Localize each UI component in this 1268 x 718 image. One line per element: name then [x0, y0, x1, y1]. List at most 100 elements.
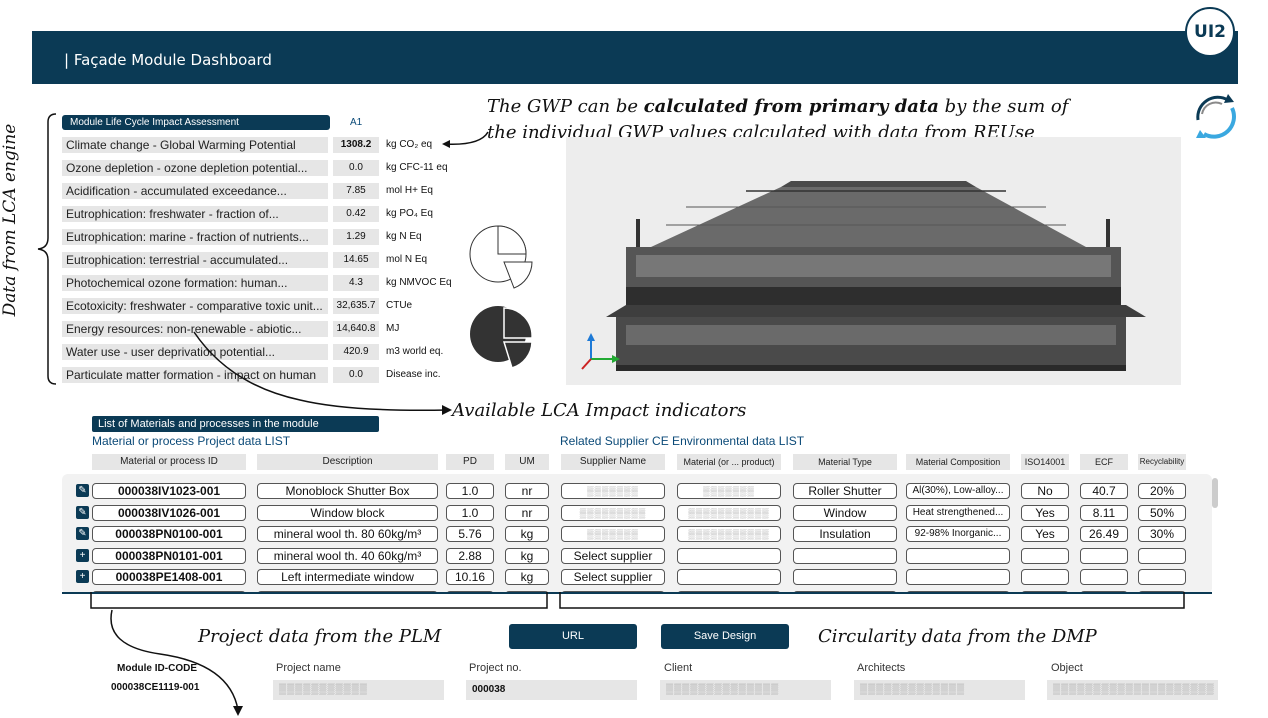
- edit-icon[interactable]: ✎: [76, 527, 89, 540]
- cell-product[interactable]: ▒▒▒▒▒▒▒: [677, 483, 781, 499]
- object-field[interactable]: ▒▒▒▒▒▒▒▒▒▒▒▒▒▒▒▒▒▒▒▒: [1047, 680, 1218, 700]
- edit-icon[interactable]: ✎: [76, 505, 89, 519]
- cell-desc[interactable]: Left intermediate window: [257, 569, 438, 585]
- cell-product[interactable]: [677, 547, 781, 564]
- column-header[interactable]: ECF: [1080, 454, 1128, 470]
- lca-indicator-value: 32,635.7: [333, 298, 379, 314]
- cell-id[interactable]: 000038PN0101-001: [92, 547, 246, 564]
- cell-pd[interactable]: 5.76: [446, 526, 494, 542]
- cell-id[interactable]: 000038PN0100-001: [92, 526, 246, 542]
- cell-product[interactable]: ▒▒▒▒▒▒▒▒▒▒▒: [677, 504, 781, 521]
- cell-pd[interactable]: 10.16: [446, 569, 494, 585]
- cell-type[interactable]: [793, 569, 897, 585]
- cell-um[interactable]: kg: [505, 547, 549, 564]
- cell-ecf[interactable]: 26.49: [1080, 526, 1128, 542]
- column-header[interactable]: Material Composition: [906, 454, 1010, 470]
- column-header[interactable]: Recyclability: [1138, 454, 1186, 470]
- project-name-field[interactable]: ▒▒▒▒▒▒▒▒▒▒▒: [273, 680, 444, 700]
- cell-desc[interactable]: mineral wool th. 80 60kg/m³: [257, 526, 438, 542]
- table-row[interactable]: ✎ 000038PN0100-001 mineral wool th. 80 60k…: [62, 525, 1212, 543]
- cell-id[interactable]: 000038IV1026-001: [92, 504, 246, 521]
- cell-iso[interactable]: No: [1021, 483, 1069, 499]
- cell-product[interactable]: ▒▒▒▒▒▒▒▒▒▒▒: [677, 526, 781, 542]
- cell-ecf[interactable]: 8.11: [1080, 504, 1128, 521]
- cell-type[interactable]: Insulation: [793, 526, 897, 542]
- cell-um[interactable]: kg: [505, 569, 549, 585]
- cell-supplier[interactable]: Select supplier: [561, 547, 665, 564]
- cell-supplier[interactable]: ▒▒▒▒▒▒▒▒▒: [561, 504, 665, 521]
- column-header[interactable]: Supplier Name: [561, 454, 665, 470]
- table-row[interactable]: +000038PN0101-001 mineral wool th. 40 60k…: [62, 547, 1212, 565]
- client-label: Client: [664, 662, 693, 674]
- gwp-arrow: [442, 131, 489, 148]
- lca-indicator-unit: kg PO₄ Eq: [386, 208, 433, 219]
- edit-icon[interactable]: ✎: [76, 484, 89, 497]
- cell-ecf[interactable]: [1080, 547, 1128, 564]
- cell-iso[interactable]: Yes: [1021, 504, 1069, 521]
- cell-desc[interactable]: Window block: [257, 504, 438, 521]
- table-scrollbar[interactable]: [1212, 478, 1218, 508]
- cell-um[interactable]: nr: [505, 504, 549, 521]
- cell-um[interactable]: nr: [505, 483, 549, 499]
- pie-chart-outline: [469, 225, 533, 289]
- cell-supplier[interactable]: ▒▒▒▒▒▒▒: [561, 483, 665, 499]
- url-button[interactable]: URL: [509, 624, 637, 649]
- ui-badge: UI2: [1185, 7, 1235, 57]
- 3d-model-viewer[interactable]: [566, 137, 1181, 385]
- lca-indicator-label: Acidification - accumulated exceedance..…: [62, 183, 328, 199]
- cell-pd[interactable]: 2.88: [446, 547, 494, 564]
- cell-rec[interactable]: 30%: [1138, 526, 1186, 542]
- cell-comp[interactable]: [906, 547, 1010, 564]
- table-row[interactable]: ✎ 000038IV1026-001 Window block 1.0 nr ▒▒▒▒▒▒…: [62, 504, 1212, 522]
- column-header[interactable]: Description: [257, 454, 438, 470]
- add-icon[interactable]: +: [76, 570, 89, 583]
- column-header[interactable]: PD: [446, 454, 494, 470]
- cell-ecf[interactable]: [1080, 569, 1128, 585]
- column-header[interactable]: Material Type: [793, 454, 897, 470]
- cell-pd[interactable]: 1.0: [446, 483, 494, 499]
- plm-annotation: Project data from the PLM: [198, 626, 442, 647]
- add-icon[interactable]: +: [76, 548, 89, 562]
- lca-indicator-label: Ozone depletion - ozone depletion potent…: [62, 160, 328, 176]
- lca-header: Module Life Cycle Impact Assessment: [62, 115, 330, 130]
- cell-comp[interactable]: [906, 569, 1010, 585]
- cell-type[interactable]: Roller Shutter: [793, 483, 897, 499]
- cell-rec[interactable]: 20%: [1138, 483, 1186, 499]
- gwp-text-a: The GWP can be: [487, 96, 644, 117]
- cell-desc[interactable]: mineral wool th. 40 60kg/m³: [257, 547, 438, 564]
- table-row[interactable]: ✎ 000038IV1023-001 Monoblock Shutter Box 1.…: [62, 482, 1212, 500]
- cell-type[interactable]: Window: [793, 504, 897, 521]
- cell-ecf[interactable]: 40.7: [1080, 483, 1128, 499]
- cell-id[interactable]: 000038PE1408-001: [92, 569, 246, 585]
- cell-comp[interactable]: Heat strengthened...: [906, 504, 1010, 521]
- column-header[interactable]: Material (or ... product): [677, 454, 781, 470]
- column-header[interactable]: ISO14001: [1021, 454, 1069, 470]
- recycle-logo-icon: [1196, 94, 1236, 139]
- cell-supplier[interactable]: Select supplier: [561, 569, 665, 585]
- cell-rec[interactable]: [1138, 547, 1186, 564]
- architects-field[interactable]: ▒▒▒▒▒▒▒▒▒▒▒▒▒: [854, 680, 1025, 700]
- cell-type[interactable]: [793, 547, 897, 564]
- facade-module-render: [581, 181, 1146, 371]
- save-design-button[interactable]: Save Design: [661, 624, 789, 649]
- cell-desc[interactable]: Monoblock Shutter Box: [257, 483, 438, 499]
- cell-um[interactable]: kg: [505, 526, 549, 542]
- cell-product[interactable]: [677, 569, 781, 585]
- column-header[interactable]: Material or process ID: [92, 454, 246, 470]
- cell-rec[interactable]: [1138, 569, 1186, 585]
- table-row[interactable]: +000038PE1408-001 Left intermediate windo…: [62, 568, 1212, 586]
- cell-iso[interactable]: Yes: [1021, 526, 1069, 542]
- column-header[interactable]: UM: [505, 454, 549, 470]
- cell-id[interactable]: 000038IV1023-001: [92, 483, 246, 499]
- lca-indicator-label: Climate change - Global Warming Potentia…: [62, 137, 328, 153]
- cell-comp[interactable]: 92-98% Inorganic...: [906, 526, 1010, 542]
- client-field[interactable]: ▒▒▒▒▒▒▒▒▒▒▒▒▒▒: [660, 680, 831, 700]
- project-no-field[interactable]: 000038: [466, 680, 637, 700]
- cell-comp[interactable]: Al(30%), Low-alloy...: [906, 483, 1010, 499]
- cell-iso[interactable]: [1021, 547, 1069, 564]
- lca-indicator-unit: kg CO₂ eq: [386, 139, 433, 150]
- cell-iso[interactable]: [1021, 569, 1069, 585]
- cell-rec[interactable]: 50%: [1138, 504, 1186, 521]
- cell-pd[interactable]: 1.0: [446, 504, 494, 521]
- cell-supplier[interactable]: ▒▒▒▒▒▒▒: [561, 526, 665, 542]
